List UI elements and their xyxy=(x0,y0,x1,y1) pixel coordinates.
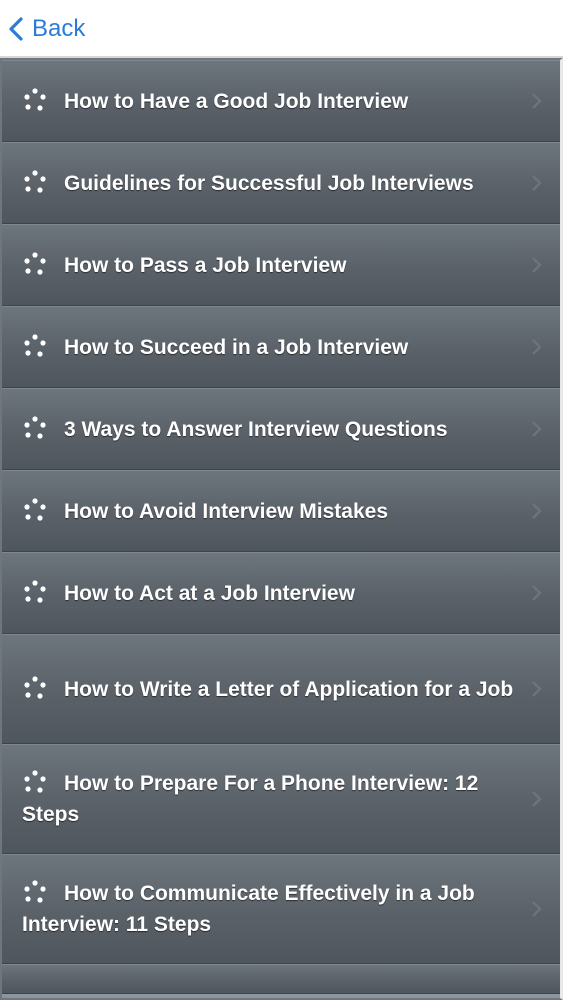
chevron-right-icon xyxy=(532,175,542,191)
list-item-label: How to Write a Letter of Application for… xyxy=(64,677,514,701)
list-item[interactable]: Guidelines for Successful Job Interviews xyxy=(2,142,560,224)
list-item[interactable]: How to Write a Letter of Application for… xyxy=(2,634,560,744)
loading-dots-icon xyxy=(24,579,46,603)
loading-dots-icon xyxy=(24,87,46,111)
list-item[interactable] xyxy=(2,964,560,994)
back-button[interactable]: Back xyxy=(8,10,85,48)
list-item-label: How to Succeed in a Job Interview xyxy=(64,335,409,359)
list-item-label: How to Act at a Job Interview xyxy=(64,581,355,605)
list-item[interactable]: How to Communicate Effectively in a Job … xyxy=(2,854,560,964)
list-item-text: How to Avoid Interview Mistakes xyxy=(22,496,388,527)
list-item-label: Guidelines for Successful Job Interviews xyxy=(64,171,474,195)
loading-dots-icon xyxy=(24,770,46,793)
chevron-right-icon xyxy=(532,93,542,109)
list-item-label: How to Pass a Job Interview xyxy=(64,253,347,277)
list-item[interactable]: How to Avoid Interview Mistakes xyxy=(2,470,560,552)
list-item-text: How to Write a Letter of Application for… xyxy=(22,674,513,705)
list-item-label: How to Communicate Effectively in a Job … xyxy=(22,882,475,936)
list-item-label: How to Have a Good Job Interview xyxy=(64,89,409,113)
list-item-text: How to Communicate Effectively in a Job … xyxy=(22,878,530,940)
loading-dots-icon xyxy=(24,497,46,521)
chevron-right-icon xyxy=(532,791,542,807)
loading-dots-icon xyxy=(24,675,46,699)
loading-dots-icon xyxy=(24,880,46,903)
chevron-left-icon xyxy=(9,17,23,41)
back-button-label: Back xyxy=(32,15,86,42)
list-item-text: How to Prepare For a Phone Interview: 12… xyxy=(22,768,530,830)
list-item[interactable]: How to Act at a Job Interview xyxy=(2,552,560,634)
list-item-text: 3 Ways to Answer Interview Questions xyxy=(22,414,448,445)
list-item-label: How to Avoid Interview Mistakes xyxy=(64,499,389,523)
chevron-right-icon xyxy=(532,257,542,273)
loading-dots-icon xyxy=(24,415,46,439)
loading-dots-icon xyxy=(24,333,46,357)
list-item-text: How to Succeed in a Job Interview xyxy=(22,332,408,363)
list-item[interactable]: 3 Ways to Answer Interview Questions xyxy=(2,388,560,470)
article-list[interactable]: How to Have a Good Job Interview Guideli… xyxy=(0,58,563,1000)
list-item[interactable]: How to Prepare For a Phone Interview: 12… xyxy=(2,744,560,854)
list-item[interactable]: How to Have a Good Job Interview xyxy=(2,60,560,142)
chevron-right-icon xyxy=(532,681,542,697)
chevron-right-icon xyxy=(532,421,542,437)
navigation-bar: Back xyxy=(0,0,563,58)
chevron-right-icon xyxy=(532,503,542,519)
chevron-right-icon xyxy=(532,901,542,917)
list-item-label: How to Prepare For a Phone Interview: 12… xyxy=(22,772,479,826)
list-item[interactable]: How to Pass a Job Interview xyxy=(2,224,560,306)
loading-dots-icon xyxy=(24,251,46,275)
list-item-text: How to Have a Good Job Interview xyxy=(22,86,408,117)
loading-dots-icon xyxy=(24,169,46,193)
list-item-label: 3 Ways to Answer Interview Questions xyxy=(64,417,448,441)
list-item-text: Guidelines for Successful Job Interviews xyxy=(22,168,474,199)
list-item-text: How to Pass a Job Interview xyxy=(22,250,346,281)
list-item[interactable]: How to Succeed in a Job Interview xyxy=(2,306,560,388)
list-item-text: How to Act at a Job Interview xyxy=(22,578,355,609)
chevron-right-icon xyxy=(532,339,542,355)
chevron-right-icon xyxy=(532,585,542,601)
